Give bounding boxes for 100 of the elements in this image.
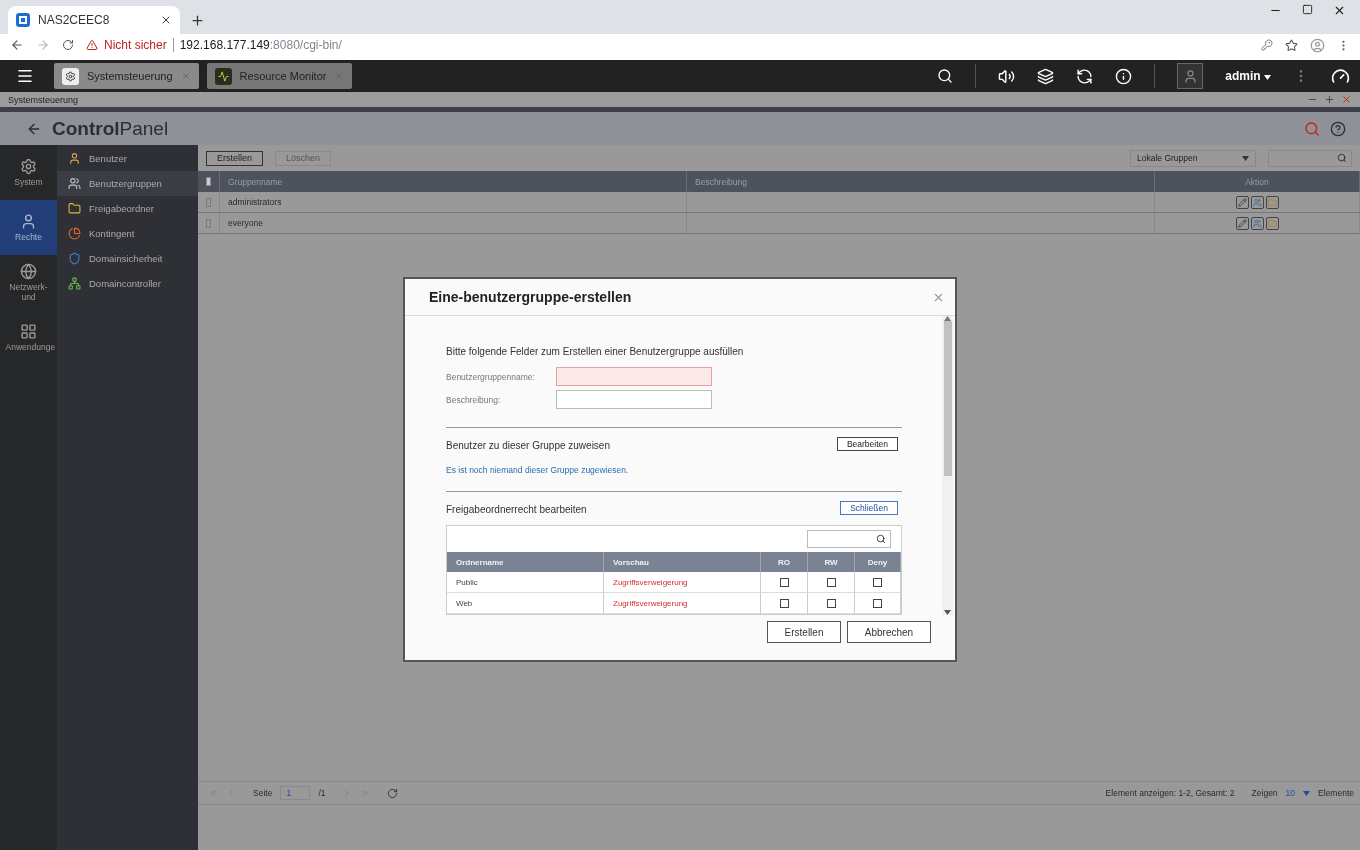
row-checkbox[interactable]	[206, 197, 211, 207]
back-icon[interactable]	[10, 38, 24, 52]
table-cell: Zugriffsverweigerung	[604, 572, 761, 593]
maximize-icon[interactable]	[1324, 94, 1335, 105]
column-header: Deny	[855, 552, 901, 572]
close-button[interactable]: Schließen	[840, 500, 898, 515]
column-header: Gruppenname	[220, 171, 687, 192]
scroll-down-icon[interactable]	[944, 610, 951, 615]
edit-button[interactable]	[1235, 195, 1249, 209]
forward-icon[interactable]	[36, 38, 50, 52]
refresh-icon[interactable]	[387, 787, 399, 799]
scrollbar[interactable]	[942, 316, 953, 615]
toolbar-button[interactable]: Erstellen	[206, 150, 263, 166]
app-icon	[16, 13, 30, 27]
users-button[interactable]	[1250, 216, 1264, 230]
window-title: Systemsteuerung	[8, 94, 79, 105]
shield-icon	[67, 252, 81, 265]
caret-icon	[1242, 155, 1249, 161]
new-tab-icon[interactable]	[190, 13, 205, 28]
pie-icon	[67, 227, 81, 240]
menu-item[interactable]: Benutzergruppen	[57, 171, 198, 196]
app-tab[interactable]: Systemsteuerung	[54, 63, 199, 89]
empty-note: Es ist noch niemand dieser Gruppe zugewiesen.	[446, 465, 630, 475]
column-header: Aktion	[1155, 171, 1360, 192]
info-icon[interactable]	[1115, 67, 1133, 85]
input-field[interactable]	[556, 367, 712, 386]
item-summary: Element anzeigen: 1-2, Gesamt: 2	[1105, 788, 1235, 798]
user-menu[interactable]: admin	[1225, 69, 1271, 83]
speaker-icon[interactable]	[998, 67, 1016, 85]
close-icon[interactable]	[1333, 4, 1346, 17]
menu-item[interactable]: Kontingent	[57, 221, 198, 246]
column-header: Beschreibung	[687, 171, 1155, 192]
section-heading: Benutzer zu dieser Gruppe zuweisen	[446, 440, 610, 451]
rail-item[interactable]: Netzwerk- und	[0, 255, 57, 310]
row-checkbox[interactable]	[206, 218, 211, 228]
table-cell: Web	[447, 593, 604, 614]
permission-checkbox[interactable]	[826, 577, 836, 587]
help-icon[interactable]	[1330, 120, 1346, 137]
input-field[interactable]	[556, 390, 712, 409]
users-icon	[67, 177, 81, 190]
user-icon	[67, 152, 81, 165]
dialog-button[interactable]: Abbrechen	[847, 621, 931, 643]
search-field[interactable]	[1268, 149, 1352, 167]
rail-item[interactable]: Anwendunge	[0, 310, 57, 365]
tab-title: NAS2CEEC8	[38, 13, 111, 27]
star-icon[interactable]	[1285, 38, 1298, 52]
rail-item[interactable]: Rechte	[0, 200, 57, 255]
permission-checkbox[interactable]	[826, 598, 836, 608]
column-header: RO	[761, 552, 808, 572]
menu-item[interactable]: Freigabeordner	[57, 196, 198, 221]
select-all-checkbox[interactable]	[206, 177, 211, 186]
folder-icon	[67, 202, 81, 215]
search-icon	[876, 534, 886, 544]
folder-button[interactable]	[1265, 195, 1279, 209]
page-label: Seite	[253, 788, 273, 798]
filter-select[interactable]: Lokale Gruppen	[1130, 149, 1256, 167]
caret-icon	[1303, 790, 1311, 796]
permission-checkbox[interactable]	[873, 598, 882, 608]
maximize-icon[interactable]	[1302, 4, 1313, 15]
address-field[interactable]: 192.168.177.149:8080/cgi-bin/	[179, 38, 342, 52]
menu-item[interactable]: Benutzer	[57, 146, 198, 171]
avatar[interactable]	[1177, 63, 1204, 89]
permission-checkbox[interactable]	[779, 577, 789, 587]
dialog-title: Eine-benutzergruppe-erstellen	[429, 289, 632, 305]
app-tab[interactable]: Resource Monitor	[206, 63, 353, 89]
column-header: RW	[808, 552, 855, 572]
user-icon	[20, 212, 37, 230]
table-cell: administrators	[220, 192, 687, 213]
permission-checkbox[interactable]	[779, 598, 789, 608]
profile-icon[interactable]	[1310, 37, 1325, 53]
reload-icon[interactable]	[62, 39, 74, 51]
rail-item[interactable]: System	[0, 145, 57, 200]
stack-icon[interactable]	[1037, 67, 1055, 85]
field-label: Beschreibung:	[446, 394, 502, 405]
table-cell: Public	[447, 572, 604, 593]
pulse-icon	[217, 70, 229, 82]
app-title: ControlPanel	[52, 117, 169, 140]
gauge-icon[interactable]	[1331, 66, 1350, 86]
edit-button[interactable]: Bearbeiten	[836, 436, 898, 451]
menu-item[interactable]: Domaincontroller	[57, 271, 198, 296]
search-field[interactable]	[807, 530, 891, 548]
browser-tab[interactable]: NAS2CEEC8	[8, 6, 180, 34]
close-icon[interactable]	[160, 14, 172, 26]
search-icon[interactable]	[937, 68, 954, 84]
caret-icon	[1264, 75, 1271, 80]
globe-icon	[20, 263, 37, 281]
dialog-button[interactable]: Erstellen	[767, 621, 841, 643]
permission-checkbox[interactable]	[873, 577, 882, 587]
folder-button[interactable]	[1265, 216, 1279, 230]
edit-button[interactable]	[1235, 216, 1249, 230]
column-header: Vorschau	[604, 552, 761, 572]
grid-icon	[20, 322, 37, 340]
users-button[interactable]	[1250, 195, 1264, 209]
intro-text: Bitte folgende Felder zum Erstellen einer Benutzergruppe ausfüllen	[446, 346, 745, 357]
menu-icon[interactable]	[16, 67, 34, 85]
menu-item[interactable]: Domainsicherheit	[57, 246, 198, 271]
field-label: Benutzergruppenname:	[446, 371, 536, 382]
sync-icon[interactable]	[1076, 67, 1094, 85]
key-icon[interactable]	[1261, 39, 1273, 51]
section-heading: Freigabeordnerrecht bearbeiten	[446, 504, 587, 515]
